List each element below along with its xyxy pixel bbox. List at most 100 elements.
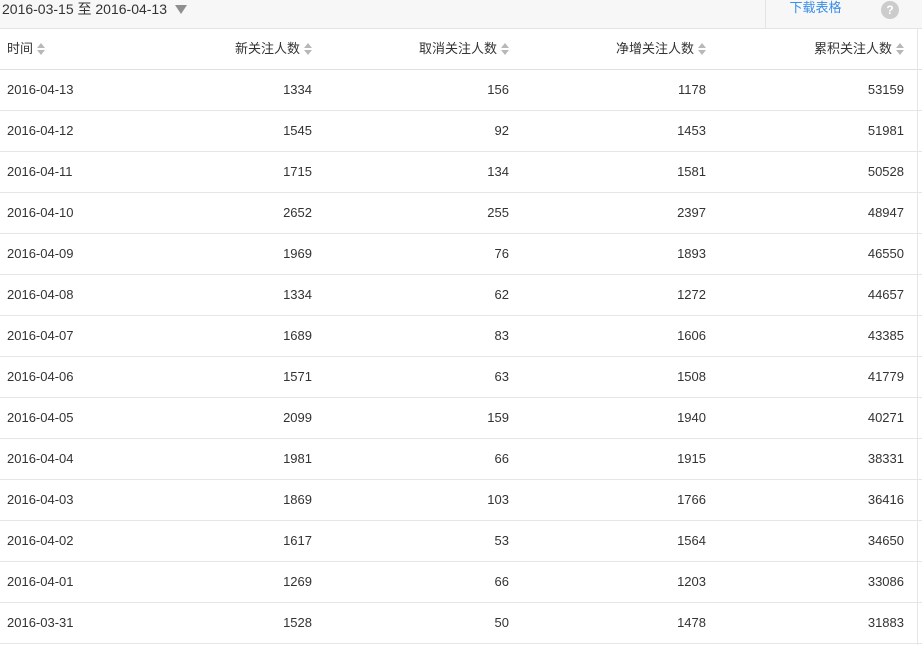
cell-unfollows: 156 bbox=[487, 82, 509, 97]
date-range-label: 2016-03-15 至 2016-04-13 bbox=[2, 1, 168, 17]
cell-net-growth: 1581 bbox=[677, 164, 706, 179]
table-body: 2016-04-13 1334 156 1178 53159 2016-04-12 154… bbox=[0, 70, 922, 644]
cell-date: 2016-04-09 bbox=[7, 246, 74, 261]
cell-unfollows: 66 bbox=[494, 451, 509, 466]
cell-date: 2016-04-12 bbox=[7, 123, 74, 138]
table-row: 2016-04-05 2099 159 1940 40271 bbox=[0, 398, 922, 439]
cell-net-growth: 1478 bbox=[677, 615, 706, 630]
cell-unfollows: 159 bbox=[487, 410, 509, 425]
cell-cumulative: 33086 bbox=[867, 574, 904, 589]
cell-unfollows: 134 bbox=[487, 164, 509, 179]
cell-new-followers: 2652 bbox=[283, 205, 312, 220]
sort-icon[interactable] bbox=[37, 42, 46, 55]
cell-unfollows: 76 bbox=[494, 246, 509, 261]
table-row: 2016-04-10 2652 255 2397 48947 bbox=[0, 193, 922, 234]
table-row: 2016-04-07 1689 83 1606 43385 bbox=[0, 316, 922, 357]
cell-new-followers: 1528 bbox=[283, 615, 312, 630]
cell-net-growth: 1453 bbox=[677, 123, 706, 138]
cell-date: 2016-04-11 bbox=[7, 164, 73, 179]
cell-cumulative: 40271 bbox=[867, 410, 904, 425]
cell-date: 2016-04-07 bbox=[7, 328, 74, 343]
cell-new-followers: 1334 bbox=[283, 82, 312, 97]
table-row: 2016-04-09 1969 76 1893 46550 bbox=[0, 234, 922, 275]
cell-unfollows: 62 bbox=[494, 287, 509, 302]
download-table-button[interactable]: 下载表格 bbox=[765, 0, 865, 28]
table-row: 2016-04-04 1981 66 1915 38331 bbox=[0, 439, 922, 480]
cell-cumulative: 48947 bbox=[867, 205, 904, 220]
cell-cumulative: 51981 bbox=[867, 123, 904, 138]
cell-new-followers: 1545 bbox=[283, 123, 312, 138]
cell-new-followers: 1869 bbox=[283, 492, 312, 507]
sort-icon[interactable] bbox=[896, 42, 904, 55]
column-header-cumulative[interactable]: 累积关注人数 bbox=[814, 29, 904, 69]
caret-down-icon[interactable] bbox=[175, 4, 188, 14]
table-row: 2016-04-01 1269 66 1203 33086 bbox=[0, 562, 922, 603]
cell-new-followers: 1617 bbox=[283, 533, 312, 548]
cell-net-growth: 1893 bbox=[677, 246, 706, 261]
cell-new-followers: 1689 bbox=[283, 328, 312, 343]
table-row: 2016-04-03 1869 103 1766 36416 bbox=[0, 480, 922, 521]
cell-unfollows: 103 bbox=[487, 492, 509, 507]
cell-net-growth: 1508 bbox=[677, 369, 706, 384]
followers-table: 时间 新关注人数 取消关注人数 净增关注人数 累积关注人数 2016-04-13… bbox=[0, 29, 922, 644]
cell-date: 2016-04-13 bbox=[7, 82, 74, 97]
cell-cumulative: 46550 bbox=[867, 246, 904, 261]
cell-date: 2016-04-08 bbox=[7, 287, 74, 302]
cell-cumulative: 41779 bbox=[867, 369, 904, 384]
cell-new-followers: 1969 bbox=[283, 246, 312, 261]
cell-net-growth: 1766 bbox=[677, 492, 706, 507]
cell-cumulative: 44657 bbox=[867, 287, 904, 302]
cell-date: 2016-04-03 bbox=[7, 492, 74, 507]
cell-unfollows: 83 bbox=[494, 328, 509, 343]
sort-icon[interactable] bbox=[501, 42, 509, 55]
cell-cumulative: 36416 bbox=[867, 492, 904, 507]
cell-date: 2016-03-31 bbox=[7, 615, 74, 630]
cell-cumulative: 38331 bbox=[867, 451, 904, 466]
cell-new-followers: 1981 bbox=[283, 451, 312, 466]
cell-date: 2016-04-10 bbox=[7, 205, 74, 220]
table-row: 2016-04-11 1715 134 1581 50528 bbox=[0, 152, 922, 193]
cell-net-growth: 1272 bbox=[677, 287, 706, 302]
table-row: 2016-04-08 1334 62 1272 44657 bbox=[0, 275, 922, 316]
cell-cumulative: 31883 bbox=[867, 615, 904, 630]
cell-net-growth: 1915 bbox=[677, 451, 706, 466]
table-row: 2016-04-13 1334 156 1178 53159 bbox=[0, 70, 922, 111]
column-header-net-growth[interactable]: 净增关注人数 bbox=[616, 29, 706, 69]
date-range-picker[interactable]: 2016-03-15 至 2016-04-13 bbox=[2, 0, 188, 18]
table-right-edge bbox=[917, 29, 918, 645]
cell-unfollows: 53 bbox=[494, 533, 509, 548]
cell-new-followers: 2099 bbox=[283, 410, 312, 425]
cell-date: 2016-04-05 bbox=[7, 410, 74, 425]
cell-net-growth: 2397 bbox=[677, 205, 706, 220]
cell-cumulative: 53159 bbox=[867, 82, 904, 97]
cell-new-followers: 1571 bbox=[283, 369, 312, 384]
cell-net-growth: 1564 bbox=[677, 533, 706, 548]
cell-net-growth: 1178 bbox=[678, 82, 706, 97]
sort-icon[interactable] bbox=[698, 42, 706, 55]
column-header-unfollows[interactable]: 取消关注人数 bbox=[419, 29, 509, 69]
cell-date: 2016-04-01 bbox=[7, 574, 74, 589]
cell-new-followers: 1269 bbox=[283, 574, 312, 589]
table-row: 2016-04-12 1545 92 1453 51981 bbox=[0, 111, 922, 152]
cell-date: 2016-04-06 bbox=[7, 369, 74, 384]
cell-date: 2016-04-02 bbox=[7, 533, 74, 548]
cell-cumulative: 34650 bbox=[867, 533, 904, 548]
cell-net-growth: 1203 bbox=[677, 574, 706, 589]
cell-net-growth: 1940 bbox=[677, 410, 706, 425]
table-row: 2016-03-31 1528 50 1478 31883 bbox=[0, 603, 922, 644]
cell-new-followers: 1334 bbox=[283, 287, 312, 302]
cell-cumulative: 50528 bbox=[867, 164, 904, 179]
cell-net-growth: 1606 bbox=[677, 328, 706, 343]
column-header-date[interactable]: 时间 bbox=[7, 29, 46, 69]
cell-unfollows: 66 bbox=[494, 574, 509, 589]
table-header: 时间 新关注人数 取消关注人数 净增关注人数 累积关注人数 bbox=[0, 29, 922, 70]
help-icon[interactable]: ? bbox=[881, 1, 899, 19]
toolbar: 2016-03-15 至 2016-04-13 下载表格 ? bbox=[0, 0, 922, 29]
sort-icon[interactable] bbox=[304, 42, 312, 55]
cell-cumulative: 43385 bbox=[867, 328, 904, 343]
column-header-new-followers[interactable]: 新关注人数 bbox=[235, 29, 312, 69]
cell-date: 2016-04-04 bbox=[7, 451, 74, 466]
table-row: 2016-04-02 1617 53 1564 34650 bbox=[0, 521, 922, 562]
cell-unfollows: 63 bbox=[494, 369, 509, 384]
cell-unfollows: 255 bbox=[487, 205, 509, 220]
